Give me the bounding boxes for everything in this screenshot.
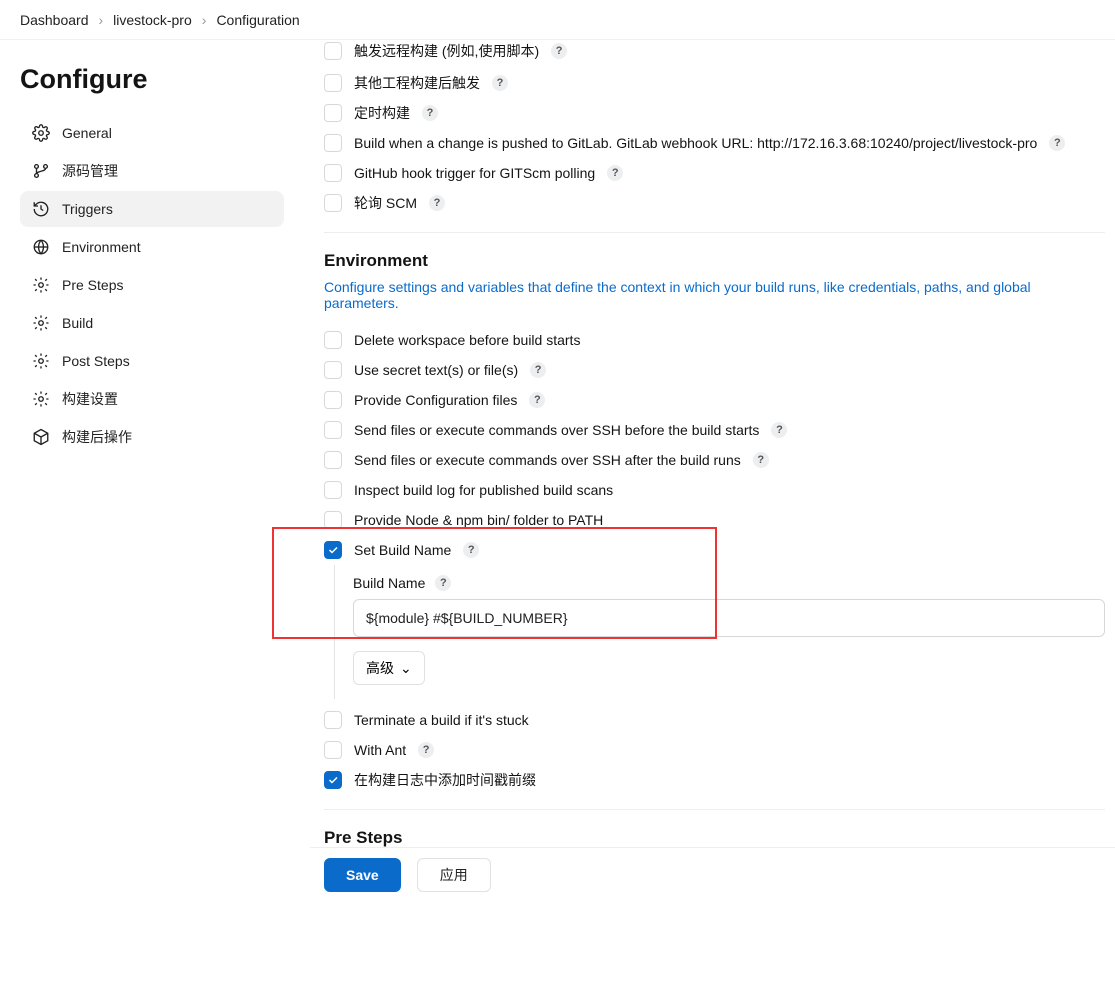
checkbox-timestamp[interactable] [324, 771, 342, 789]
env-label: Send files or execute commands over SSH … [354, 422, 759, 438]
env-label: 在构建日志中添加时间戳前缀 [354, 770, 536, 790]
trigger-label: 触发远程构建 (例如,使用脚本) [354, 41, 539, 61]
sidebar-item-general[interactable]: General [20, 115, 284, 151]
sidebar-item-label: 构建设置 [62, 389, 118, 409]
env-label: Terminate a build if it's stuck [354, 712, 529, 728]
breadcrumb-dashboard[interactable]: Dashboard [20, 12, 89, 28]
chevron-down-icon: ⌄ [400, 660, 412, 677]
sidebar-item-post-build[interactable]: 构建后操作 [20, 419, 284, 455]
gear-icon [32, 124, 50, 142]
sidebar-item-label: Post Steps [62, 353, 130, 369]
checkbox[interactable] [324, 74, 342, 92]
sidebar-item-label: General [62, 125, 112, 141]
sidebar-item-pre-steps[interactable]: Pre Steps [20, 267, 284, 303]
section-title-environment: Environment [324, 251, 1105, 271]
page-title: Configure [20, 64, 284, 95]
sidebar-item-environment[interactable]: Environment [20, 229, 284, 265]
checkbox[interactable] [324, 331, 342, 349]
env-label: Provide Configuration files [354, 392, 517, 408]
help-icon[interactable]: ? [529, 392, 545, 408]
build-name-label: Build Name [353, 575, 425, 591]
sidebar-item-build-settings[interactable]: 构建设置 [20, 381, 284, 417]
package-icon [32, 428, 50, 446]
sidebar-item-label: 源码管理 [62, 161, 118, 181]
env-label: Delete workspace before build starts [354, 332, 580, 348]
breadcrumb-configuration[interactable]: Configuration [216, 12, 299, 28]
apply-button[interactable]: 应用 [417, 858, 491, 892]
checkbox[interactable] [324, 421, 342, 439]
history-icon [32, 200, 50, 218]
checkbox-set-build-name[interactable] [324, 541, 342, 559]
chevron-right-icon: › [202, 12, 207, 28]
build-name-input[interactable] [353, 599, 1105, 637]
section-desc-environment[interactable]: Configure settings and variables that de… [324, 279, 1105, 311]
help-icon[interactable]: ? [753, 452, 769, 468]
checkbox[interactable] [324, 104, 342, 122]
help-icon[interactable]: ? [463, 542, 479, 558]
help-icon[interactable]: ? [551, 43, 567, 59]
sidebar-item-triggers[interactable]: Triggers [20, 191, 284, 227]
help-icon[interactable]: ? [418, 742, 434, 758]
checkbox[interactable] [324, 741, 342, 759]
help-icon[interactable]: ? [435, 575, 451, 591]
trigger-label: 其他工程构建后触发 [354, 73, 480, 93]
env-label: Send files or execute commands over SSH … [354, 452, 741, 468]
checkbox[interactable] [324, 481, 342, 499]
gear-icon [32, 390, 50, 408]
sidebar-item-label: Build [62, 315, 93, 331]
env-label: Use secret text(s) or file(s) [354, 362, 518, 378]
checkbox[interactable] [324, 451, 342, 469]
advanced-button[interactable]: 高级 ⌄ [353, 651, 425, 685]
help-icon[interactable]: ? [771, 422, 787, 438]
checkbox[interactable] [324, 711, 342, 729]
branch-icon [32, 162, 50, 180]
help-icon[interactable]: ? [530, 362, 546, 378]
help-icon[interactable]: ? [607, 165, 623, 181]
sidebar-item-build[interactable]: Build [20, 305, 284, 341]
env-label: Inspect build log for published build sc… [354, 482, 613, 498]
help-icon[interactable]: ? [422, 105, 438, 121]
breadcrumb-project[interactable]: livestock-pro [113, 12, 192, 28]
help-icon[interactable]: ? [429, 195, 445, 211]
globe-icon [32, 238, 50, 256]
sidebar-item-label: Triggers [62, 201, 113, 217]
env-label: With Ant [354, 742, 406, 758]
sidebar-item-post-steps[interactable]: Post Steps [20, 343, 284, 379]
checkbox[interactable] [324, 194, 342, 212]
sidebar-item-label: 构建后操作 [62, 427, 132, 447]
chevron-right-icon: › [99, 12, 104, 28]
gear-icon [32, 314, 50, 332]
trigger-label: 定时构建 [354, 103, 410, 123]
trigger-label: 轮询 SCM [354, 193, 417, 213]
checkbox[interactable] [324, 391, 342, 409]
sidebar-item-label: Pre Steps [62, 277, 123, 293]
checkbox[interactable] [324, 361, 342, 379]
env-label: Provide Node & npm bin/ folder to PATH [354, 512, 603, 528]
sidebar-item-scm[interactable]: 源码管理 [20, 153, 284, 189]
footer-bar: Save 应用 [310, 847, 1115, 902]
section-title-pre-steps: Pre Steps [324, 828, 1105, 848]
checkbox[interactable] [324, 134, 342, 152]
checkbox[interactable] [324, 42, 342, 60]
checkbox[interactable] [324, 511, 342, 529]
sidebar: Configure General 源码管理 Triggers [0, 40, 300, 481]
help-icon[interactable]: ? [1049, 135, 1065, 151]
env-label: Set Build Name [354, 542, 451, 558]
checkbox[interactable] [324, 164, 342, 182]
help-icon[interactable]: ? [492, 75, 508, 91]
gear-icon [32, 276, 50, 294]
sidebar-item-label: Environment [62, 239, 141, 255]
trigger-label: Build when a change is pushed to GitLab.… [354, 135, 1037, 151]
save-button[interactable]: Save [324, 858, 401, 892]
breadcrumb: Dashboard › livestock-pro › Configuratio… [0, 0, 1115, 40]
advanced-label: 高级 [366, 658, 394, 678]
gear-icon [32, 352, 50, 370]
trigger-label: GitHub hook trigger for GITScm polling [354, 165, 595, 181]
